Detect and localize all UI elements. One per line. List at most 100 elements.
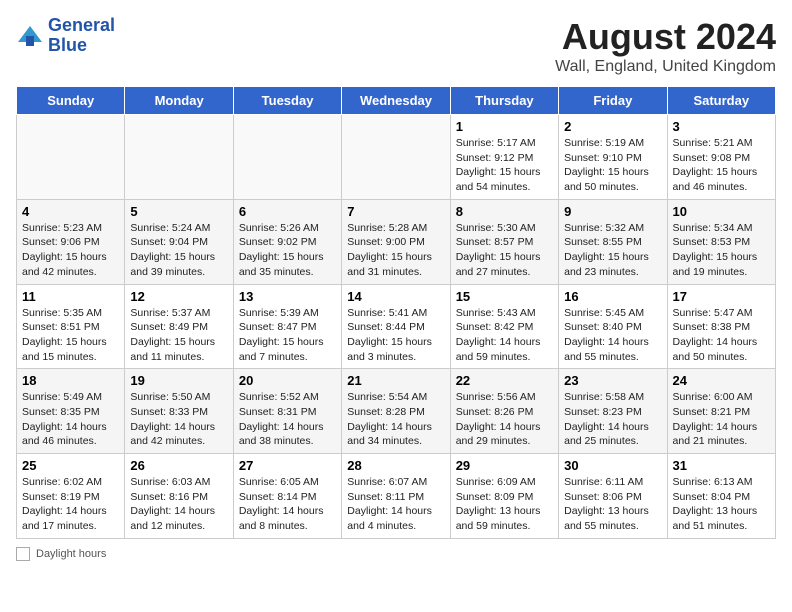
day-number: 7 <box>347 204 444 219</box>
title-block: August 2024 Wall, England, United Kingdo… <box>555 16 776 76</box>
calendar-cell: 4Sunrise: 5:23 AM Sunset: 9:06 PM Daylig… <box>17 199 125 284</box>
day-info: Sunrise: 6:03 AM Sunset: 8:16 PM Dayligh… <box>130 475 227 534</box>
day-number: 30 <box>564 458 661 473</box>
day-number: 12 <box>130 289 227 304</box>
day-number: 29 <box>456 458 553 473</box>
calendar-cell: 17Sunrise: 5:47 AM Sunset: 8:38 PM Dayli… <box>667 284 775 369</box>
calendar-cell: 21 Sunrise: 5:54 AM Sunset: 8:28 PM Dayli… <box>342 369 450 454</box>
calendar-cell: 25Sunrise: 6:02 AM Sunset: 8:19 PM Dayli… <box>17 454 125 539</box>
calendar-cell: 28 Sunrise: 6:07 AM Sunset: 8:11 PM Dayli… <box>342 454 450 539</box>
day-info: Sunrise: 5:21 AM Sunset: 9:08 PM Dayligh… <box>673 136 770 195</box>
calendar-cell: 18 Sunrise: 5:49 AM Sunset: 8:35 PM Dayli… <box>17 369 125 454</box>
day-number: 1 <box>456 119 553 134</box>
day-number: 28 <box>347 458 444 473</box>
calendar-day-header: Thursday <box>450 87 558 115</box>
day-number: 21 <box>347 373 444 388</box>
day-number: 13 <box>239 289 336 304</box>
logo-icon <box>16 22 44 50</box>
day-number: 9 <box>564 204 661 219</box>
day-number: 18 <box>22 373 119 388</box>
calendar-week-row: 1Sunrise: 5:17 AM Sunset: 9:12 PM Daylig… <box>17 115 776 200</box>
location: Wall, England, United Kingdom <box>555 58 776 76</box>
day-info: Sunrise: 5:52 AM Sunset: 8:31 PM Dayligh… <box>239 390 336 449</box>
day-number: 26 <box>130 458 227 473</box>
day-info: Sunrise: 5:49 AM Sunset: 8:35 PM Dayligh… <box>22 390 119 449</box>
calendar-cell: 11 Sunrise: 5:35 AM Sunset: 8:51 PM Dayli… <box>17 284 125 369</box>
day-info: Sunrise: 6:00 AM Sunset: 8:21 PM Dayligh… <box>673 390 770 449</box>
day-number: 23 <box>564 373 661 388</box>
day-info: Sunrise: 5:28 AM Sunset: 9:00 PM Dayligh… <box>347 221 444 280</box>
calendar-day-header: Sunday <box>17 87 125 115</box>
calendar-cell: 14 Sunrise: 5:41 AM Sunset: 8:44 PM Dayli… <box>342 284 450 369</box>
day-info: Sunrise: 5:39 AM Sunset: 8:47 PM Dayligh… <box>239 306 336 365</box>
calendar-cell: 22Sunrise: 5:56 AM Sunset: 8:26 PM Dayli… <box>450 369 558 454</box>
day-number: 8 <box>456 204 553 219</box>
day-info: Sunrise: 5:24 AM Sunset: 9:04 PM Dayligh… <box>130 221 227 280</box>
day-info: Sunrise: 5:47 AM Sunset: 8:38 PM Dayligh… <box>673 306 770 365</box>
day-info: Sunrise: 5:19 AM Sunset: 9:10 PM Dayligh… <box>564 136 661 195</box>
calendar-cell: 3 Sunrise: 5:21 AM Sunset: 9:08 PM Daylig… <box>667 115 775 200</box>
day-number: 27 <box>239 458 336 473</box>
logo-line1: General <box>48 16 115 36</box>
day-number: 15 <box>456 289 553 304</box>
day-number: 31 <box>673 458 770 473</box>
footer-label: Daylight hours <box>36 548 106 560</box>
day-info: Sunrise: 5:54 AM Sunset: 8:28 PM Dayligh… <box>347 390 444 449</box>
day-info: Sunrise: 6:07 AM Sunset: 8:11 PM Dayligh… <box>347 475 444 534</box>
daylight-box <box>16 547 30 561</box>
day-info: Sunrise: 5:23 AM Sunset: 9:06 PM Dayligh… <box>22 221 119 280</box>
logo-line2: Blue <box>48 36 115 56</box>
day-number: 6 <box>239 204 336 219</box>
calendar-day-header: Tuesday <box>233 87 341 115</box>
month-year: August 2024 <box>555 16 776 58</box>
day-number: 10 <box>673 204 770 219</box>
day-info: Sunrise: 5:37 AM Sunset: 8:49 PM Dayligh… <box>130 306 227 365</box>
page-header: General Blue August 2024 Wall, England, … <box>16 16 776 76</box>
day-info: Sunrise: 5:56 AM Sunset: 8:26 PM Dayligh… <box>456 390 553 449</box>
day-info: Sunrise: 5:30 AM Sunset: 8:57 PM Dayligh… <box>456 221 553 280</box>
calendar-day-header: Wednesday <box>342 87 450 115</box>
calendar-day-header: Monday <box>125 87 233 115</box>
calendar-table: SundayMondayTuesdayWednesdayThursdayFrid… <box>16 86 776 539</box>
calendar-cell: 13 Sunrise: 5:39 AM Sunset: 8:47 PM Dayli… <box>233 284 341 369</box>
day-number: 5 <box>130 204 227 219</box>
day-info: Sunrise: 5:58 AM Sunset: 8:23 PM Dayligh… <box>564 390 661 449</box>
day-info: Sunrise: 5:41 AM Sunset: 8:44 PM Dayligh… <box>347 306 444 365</box>
calendar-cell: 29 Sunrise: 6:09 AM Sunset: 8:09 PM Dayli… <box>450 454 558 539</box>
calendar-cell <box>342 115 450 200</box>
calendar-week-row: 18 Sunrise: 5:49 AM Sunset: 8:35 PM Dayli… <box>17 369 776 454</box>
day-info: Sunrise: 5:50 AM Sunset: 8:33 PM Dayligh… <box>130 390 227 449</box>
calendar-cell: 16Sunrise: 5:45 AM Sunset: 8:40 PM Dayli… <box>559 284 667 369</box>
calendar-cell: 26 Sunrise: 6:03 AM Sunset: 8:16 PM Dayli… <box>125 454 233 539</box>
footer: Daylight hours <box>16 547 776 561</box>
day-number: 11 <box>22 289 119 304</box>
calendar-cell <box>125 115 233 200</box>
day-info: Sunrise: 6:13 AM Sunset: 8:04 PM Dayligh… <box>673 475 770 534</box>
day-number: 14 <box>347 289 444 304</box>
calendar-cell: 30 Sunrise: 6:11 AM Sunset: 8:06 PM Dayli… <box>559 454 667 539</box>
day-info: Sunrise: 5:43 AM Sunset: 8:42 PM Dayligh… <box>456 306 553 365</box>
calendar-cell: 2 Sunrise: 5:19 AM Sunset: 9:10 PM Daylig… <box>559 115 667 200</box>
day-number: 24 <box>673 373 770 388</box>
calendar-cell: 7 Sunrise: 5:28 AM Sunset: 9:00 PM Daylig… <box>342 199 450 284</box>
calendar-cell: 1Sunrise: 5:17 AM Sunset: 9:12 PM Daylig… <box>450 115 558 200</box>
calendar-cell: 9 Sunrise: 5:32 AM Sunset: 8:55 PM Daylig… <box>559 199 667 284</box>
calendar-cell: 12 Sunrise: 5:37 AM Sunset: 8:49 PM Dayli… <box>125 284 233 369</box>
day-number: 2 <box>564 119 661 134</box>
calendar-cell: 20Sunrise: 5:52 AM Sunset: 8:31 PM Dayli… <box>233 369 341 454</box>
day-info: Sunrise: 5:26 AM Sunset: 9:02 PM Dayligh… <box>239 221 336 280</box>
day-info: Sunrise: 5:34 AM Sunset: 8:53 PM Dayligh… <box>673 221 770 280</box>
day-info: Sunrise: 5:35 AM Sunset: 8:51 PM Dayligh… <box>22 306 119 365</box>
logo: General Blue <box>16 16 115 56</box>
day-number: 25 <box>22 458 119 473</box>
calendar-header-row: SundayMondayTuesdayWednesdayThursdayFrid… <box>17 87 776 115</box>
day-info: Sunrise: 5:32 AM Sunset: 8:55 PM Dayligh… <box>564 221 661 280</box>
calendar-week-row: 11 Sunrise: 5:35 AM Sunset: 8:51 PM Dayli… <box>17 284 776 369</box>
day-info: Sunrise: 6:09 AM Sunset: 8:09 PM Dayligh… <box>456 475 553 534</box>
day-number: 3 <box>673 119 770 134</box>
day-info: Sunrise: 5:45 AM Sunset: 8:40 PM Dayligh… <box>564 306 661 365</box>
calendar-cell: 5 Sunrise: 5:24 AM Sunset: 9:04 PM Daylig… <box>125 199 233 284</box>
calendar-cell <box>17 115 125 200</box>
calendar-cell: 19Sunrise: 5:50 AM Sunset: 8:33 PM Dayli… <box>125 369 233 454</box>
day-info: Sunrise: 6:11 AM Sunset: 8:06 PM Dayligh… <box>564 475 661 534</box>
